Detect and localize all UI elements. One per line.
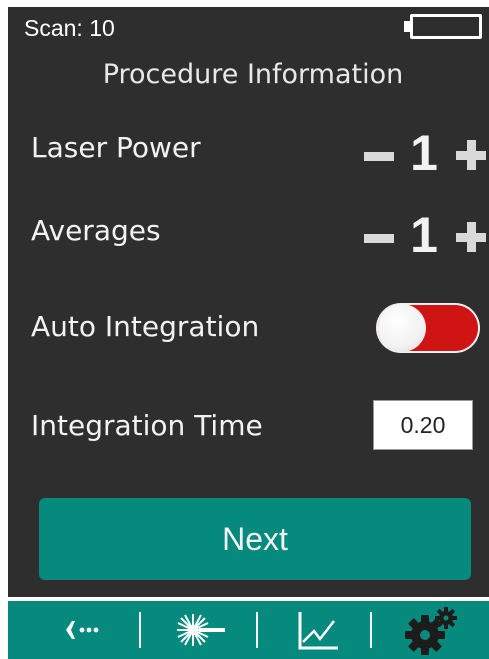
- averages-value: 1: [410, 207, 438, 263]
- averages-minus-button[interactable]: [364, 234, 394, 243]
- graph-icon: [298, 612, 338, 650]
- nav-back[interactable]: [52, 601, 122, 659]
- averages-plus-button[interactable]: [456, 222, 486, 252]
- laser-icon: [177, 614, 225, 646]
- back-icon: [66, 621, 99, 639]
- nav-separator: [256, 612, 258, 648]
- laser-power-value: 1: [410, 125, 438, 181]
- laser-power-stepper: 1: [360, 125, 489, 182]
- nav-settings[interactable]: [386, 601, 476, 659]
- bottom-nav: [8, 601, 489, 659]
- next-button[interactable]: Next: [39, 498, 471, 580]
- device-screen: Scan: 10 Procedure Information Laser Pow…: [8, 7, 489, 597]
- nav-separator: [139, 612, 141, 648]
- integration-time-field[interactable]: 0.20: [373, 400, 473, 450]
- nav-laser[interactable]: [159, 601, 239, 659]
- auto-integration-toggle[interactable]: [376, 303, 480, 353]
- integration-time-label: Integration Time: [31, 409, 263, 442]
- status-bar: Scan: 10: [8, 7, 489, 53]
- page-title: Procedure Information: [102, 59, 404, 90]
- auto-integration-label: Auto Integration: [31, 310, 260, 343]
- scan-count: Scan: 10: [24, 15, 115, 41]
- battery-icon: [410, 14, 482, 39]
- laser-power-plus-button[interactable]: [456, 140, 486, 170]
- settings-gear-icon: [405, 607, 457, 655]
- nav-separator: [370, 612, 372, 648]
- averages-label: Averages: [31, 214, 161, 247]
- laser-power-label: Laser Power: [31, 131, 201, 164]
- nav-graph[interactable]: [278, 601, 358, 659]
- laser-power-minus-button[interactable]: [364, 152, 394, 161]
- toggle-knob: [378, 304, 426, 352]
- averages-stepper: 1: [360, 207, 489, 264]
